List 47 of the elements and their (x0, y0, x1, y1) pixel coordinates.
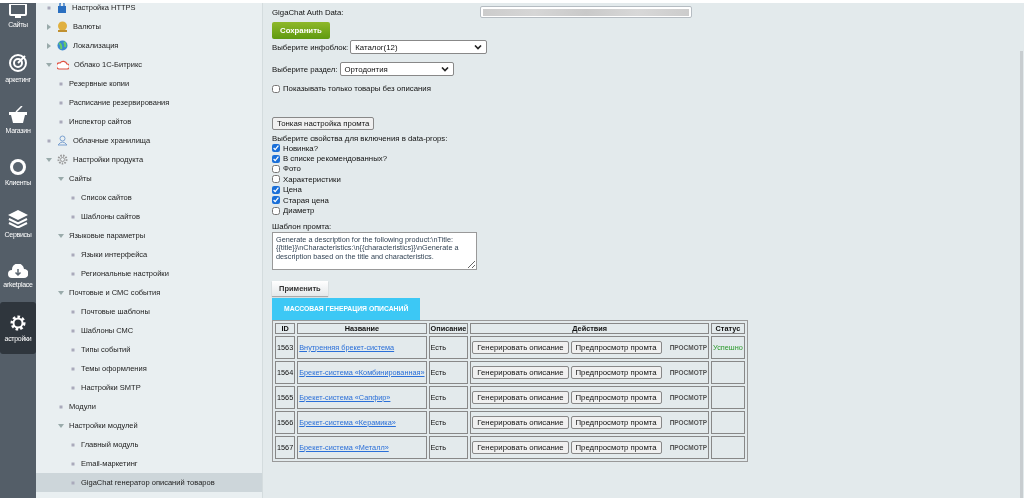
bullet-icon (70, 327, 76, 334)
checkbox[interactable] (272, 206, 280, 215)
checkbox[interactable] (272, 185, 280, 194)
gear-icon (57, 154, 68, 165)
basket-icon (8, 106, 28, 124)
bullet-icon (58, 80, 64, 87)
lock-icon (57, 3, 67, 13)
bullet-icon (70, 384, 76, 391)
expanded-arrow-icon[interactable] (46, 156, 52, 163)
checkbox[interactable] (272, 196, 280, 205)
bullet-icon (70, 270, 76, 277)
cloud-icon (57, 59, 69, 70)
expanded-arrow-icon[interactable] (58, 422, 64, 429)
globe-icon (57, 40, 68, 51)
bullet-icon (58, 118, 64, 125)
settings-icon (9, 314, 27, 332)
checkbox[interactable] (272, 144, 280, 153)
bullet-icon (70, 251, 76, 258)
caret-icon (474, 44, 483, 50)
bullet-icon (46, 4, 52, 11)
checkbox[interactable] (272, 154, 280, 163)
monitor-icon (8, 4, 28, 18)
bullet-icon (58, 99, 64, 106)
collapsed-arrow-icon[interactable] (46, 23, 52, 30)
bullet-icon (70, 346, 76, 353)
bullet-icon (70, 308, 76, 315)
checkbox[interactable] (272, 164, 280, 173)
bullet-icon (58, 403, 64, 410)
bullet-icon (70, 194, 76, 201)
layers-icon (8, 210, 28, 228)
bullet-icon (70, 365, 76, 372)
expanded-arrow-icon[interactable] (58, 232, 64, 239)
bullet-icon (46, 137, 52, 144)
expanded-arrow-icon[interactable] (46, 61, 52, 68)
checkbox[interactable] (272, 84, 280, 93)
person-icon (57, 135, 68, 146)
bullet-icon (70, 460, 76, 467)
cloud-download-icon (8, 264, 28, 278)
collapsed-arrow-icon[interactable] (46, 42, 52, 49)
bullet-icon (70, 441, 76, 448)
expanded-arrow-icon[interactable] (58, 175, 64, 182)
expanded-arrow-icon[interactable] (58, 289, 64, 296)
bullet-icon (70, 213, 76, 220)
caret-icon (440, 66, 449, 72)
checkbox[interactable] (272, 175, 280, 184)
target-icon (8, 53, 28, 73)
bullet-icon (70, 479, 76, 486)
